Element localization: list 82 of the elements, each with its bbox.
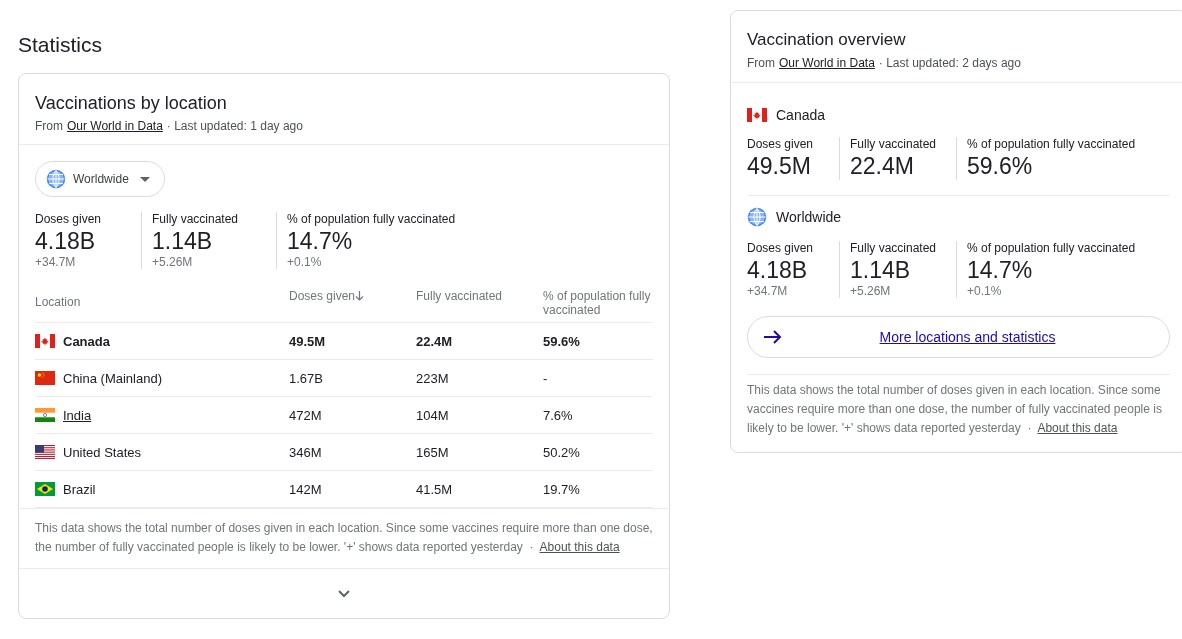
stat-label: Fully vaccinated [850, 137, 938, 151]
table-cell-text: 50.2% [543, 444, 581, 460]
table-cell-text: 22.4M [416, 333, 454, 349]
location-name: Brazil [63, 481, 96, 497]
stat-change: +34.7M [747, 284, 789, 298]
stat-label: % of population fully vaccinated [967, 137, 1136, 151]
table-cell-text: 165M [416, 444, 450, 460]
maple-leaf-flag-icon [35, 334, 55, 348]
updated-text: · Last updated: 2 days ago [878, 56, 1021, 70]
stat-label: % of population fully vaccinated [287, 212, 456, 226]
location-name: Canada [63, 333, 110, 349]
location-dropdown[interactable]: Worldwide [35, 161, 165, 197]
disclaimer-text: This data shows the total number of doses given in each location. Since some vaccines require more than one dose, the number of fully vaccinated people is likely to be lower. '+' shows data reported yesterday · About this data [747, 382, 1163, 437]
card-title: Vaccinations by location [35, 92, 228, 114]
stat-value: 59.6% [967, 152, 1034, 180]
maple-leaf-flag-icon [747, 108, 767, 122]
table-cell-text: 49.5M [289, 333, 327, 349]
dropdown-caret-icon [139, 176, 150, 182]
stat-value: 4.18B [747, 256, 809, 284]
source-label: From [35, 119, 63, 133]
star-flag-icon [35, 371, 55, 385]
table-cell-text: 472M [289, 407, 323, 423]
table-row[interactable]: Canada 49.5M 22.4M 59.6% [35, 323, 653, 360]
stat-label: Fully vaccinated [152, 212, 240, 226]
stat-change: +5.26M [152, 255, 194, 269]
globe-icon [46, 169, 66, 189]
table-cell-text: 19.7% [543, 481, 581, 497]
location-link[interactable]: India [63, 407, 92, 423]
location-name: Canada [776, 107, 826, 123]
stars-stripes-flag-icon [35, 445, 55, 459]
column-header[interactable]: % of population fully vaccinated [543, 289, 653, 317]
stat-value: 4.18B [35, 227, 97, 255]
stat-change: +0.1% [967, 284, 1003, 298]
stat-label: Doses given [747, 137, 815, 151]
source-label: From [747, 56, 775, 70]
arrow-right-icon [764, 330, 782, 344]
chevron-down-icon [338, 589, 350, 598]
location-name: China (Mainland) [63, 370, 162, 386]
stat-label: Doses given [35, 212, 103, 226]
table-cell-text: - [543, 370, 549, 386]
table-cell-text: 142M [289, 481, 323, 497]
table-row[interactable]: United States 346M 165M 50.2% [35, 434, 653, 471]
stat-value: 49.5M [747, 152, 812, 180]
table-cell-text: 223M [416, 370, 450, 386]
source-link[interactable]: Our World in Data [67, 119, 163, 133]
updated-text: · Last updated: 1 day ago [166, 119, 303, 133]
table-cell-text: 59.6% [543, 333, 581, 349]
about-link[interactable]: About this data [1037, 421, 1118, 435]
page-heading: Statistics [18, 32, 104, 58]
source-link[interactable]: Our World in Data [779, 56, 875, 70]
column-header[interactable]: Doses given [289, 289, 379, 303]
tricolor-flag-icon [35, 408, 55, 422]
stat-value: 14.7% [287, 227, 354, 255]
globe-icon [747, 207, 767, 227]
table-row[interactable]: India 472M 104M 7.6% [35, 397, 653, 434]
stat-value: 1.14B [152, 227, 214, 255]
stat-label: Doses given [747, 241, 815, 255]
table-row[interactable]: China (Mainland) 1.67B 223M - [35, 360, 653, 397]
card-title: Vaccination overview [747, 29, 907, 51]
stat-label: Fully vaccinated [850, 241, 938, 255]
location-name: Worldwide [776, 209, 842, 225]
table-cell-text: 1.67B [289, 370, 324, 386]
table-row[interactable]: Brazil 142M 41.5M 19.7% [35, 471, 653, 508]
table-cell-text: 41.5M [416, 481, 454, 497]
sort-arrow-icon [355, 291, 365, 301]
table-cell-text: 104M [416, 407, 450, 423]
stat-change: +5.26M [850, 284, 892, 298]
more-locations-button[interactable]: More locations and statistics [747, 316, 1170, 358]
table-cell-text: 346M [289, 444, 323, 460]
disclaimer-text: This data shows the total number of doses given in each location. Since some vaccines require more than one dose, the number of fully vaccinated people is likely to be lower. '+' shows data reported yesterday · About this data [35, 520, 653, 556]
stat-label: % of population fully vaccinated [967, 241, 1136, 255]
stat-value: 22.4M [850, 152, 915, 180]
stat-value: 14.7% [967, 256, 1034, 284]
stat-change: +34.7M [35, 255, 77, 269]
column-header[interactable]: Location [35, 289, 289, 309]
stat-change: +0.1% [287, 255, 323, 269]
diamond-flag-icon [35, 482, 55, 496]
column-header[interactable]: Fully vaccinated [416, 289, 506, 303]
location-name: United States [63, 444, 142, 460]
about-link[interactable]: About this data [539, 540, 620, 554]
stat-value: 1.14B [850, 256, 912, 284]
table-cell-text: 7.6% [543, 407, 574, 423]
